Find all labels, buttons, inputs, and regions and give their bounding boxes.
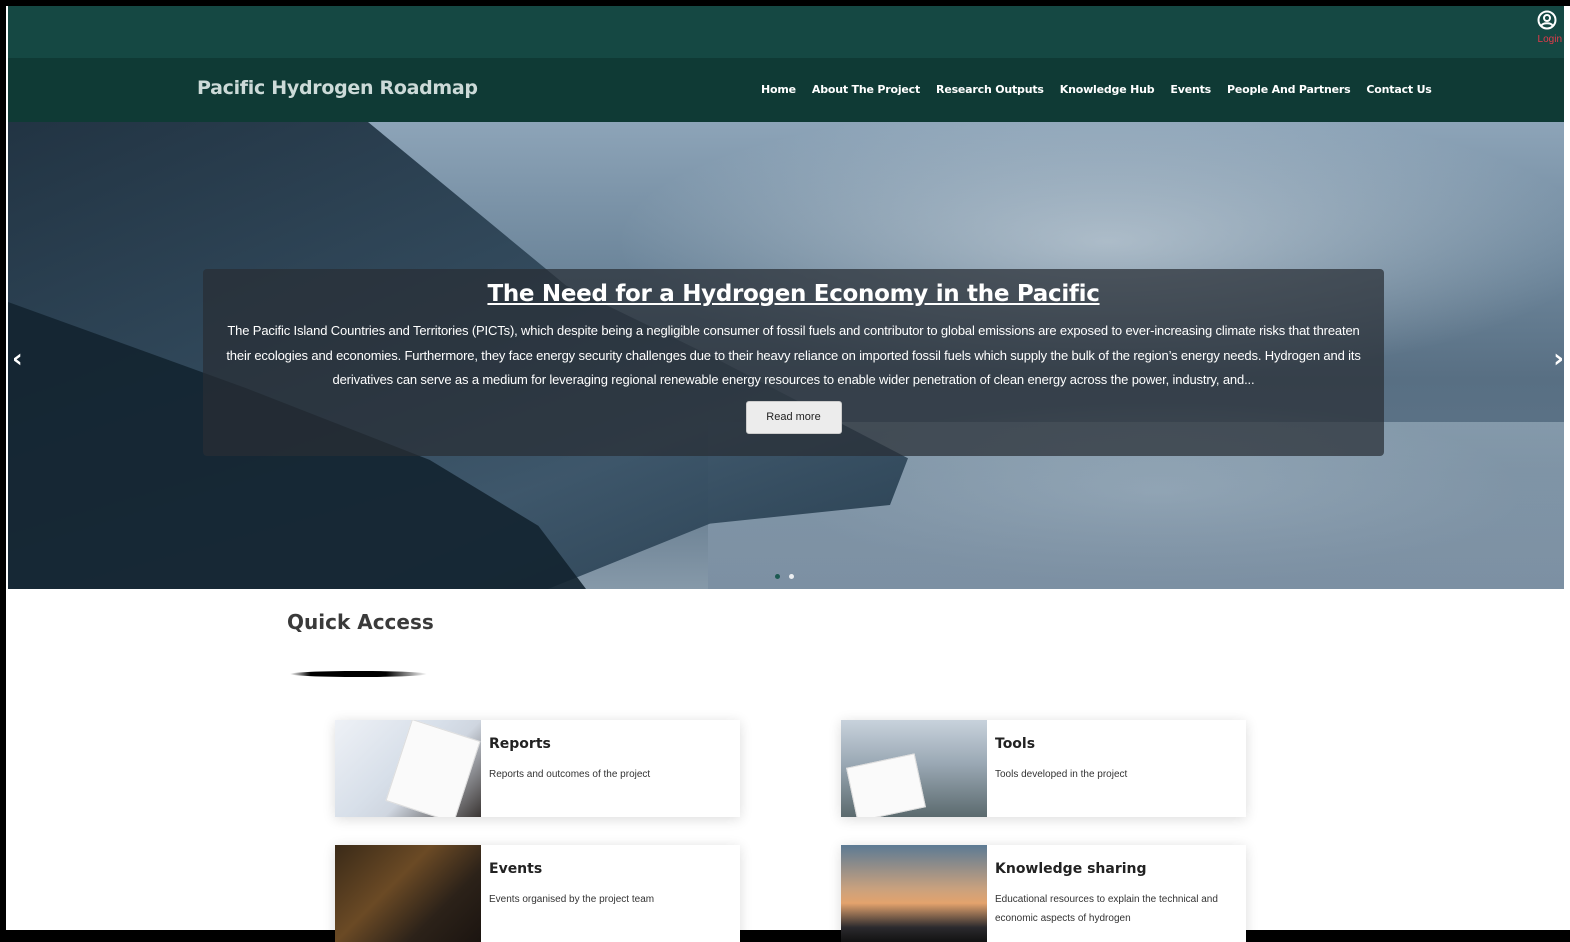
nav-research-outputs[interactable]: Research Outputs xyxy=(936,83,1044,96)
card-description: Educational resources to explain the tec… xyxy=(995,894,1218,924)
quick-access-card-knowledge-sharing[interactable]: Knowledge sharing Educational resources … xyxy=(841,845,1246,942)
main-nav: Home About The Project Research Outputs … xyxy=(761,83,1432,96)
carousel-dot[interactable] xyxy=(789,574,794,579)
top-bar: Login xyxy=(8,6,1564,64)
reports-thumbnail xyxy=(335,720,481,817)
nav-knowledge-hub[interactable]: Knowledge Hub xyxy=(1060,83,1155,96)
nav-home[interactable]: Home xyxy=(761,83,796,96)
card-title: Reports xyxy=(489,736,551,752)
events-thumbnail xyxy=(335,845,481,942)
main-navbar: Pacific Hydrogen Roadmap Home About The … xyxy=(8,58,1564,122)
document-image xyxy=(385,720,481,817)
card-title: Tools xyxy=(995,736,1036,752)
nav-about-the-project[interactable]: About The Project xyxy=(812,83,920,96)
nav-events[interactable]: Events xyxy=(1170,83,1211,96)
chevron-left-icon: ‹ xyxy=(12,344,23,374)
card-title: Knowledge sharing xyxy=(995,861,1147,877)
tools-thumbnail xyxy=(841,720,987,817)
quick-access-card-reports[interactable]: Reports Reports and outcomes of the proj… xyxy=(335,720,740,817)
quick-access-title: Quick Access xyxy=(287,610,434,634)
site-brand[interactable]: Pacific Hydrogen Roadmap xyxy=(197,77,478,99)
carousel-prev-button[interactable]: ‹ xyxy=(12,344,23,374)
chevron-right-icon: › xyxy=(1553,344,1564,374)
hero-caption: The Need for a Hydrogen Economy in the P… xyxy=(203,269,1384,456)
hero-body: The Pacific Island Countries and Territo… xyxy=(226,323,1361,387)
carousel-next-button[interactable]: › xyxy=(1553,344,1564,374)
login-link[interactable]: Login xyxy=(1532,10,1562,45)
knowledge-sharing-thumbnail xyxy=(841,845,987,942)
quick-access-divider xyxy=(290,671,427,677)
carousel-dot[interactable] xyxy=(775,574,780,579)
map-image xyxy=(846,753,926,817)
card-description: Tools developed in the project xyxy=(995,769,1128,780)
hero-carousel: ‹ › The Need for a Hydrogen Economy in t… xyxy=(8,122,1564,589)
card-title: Events xyxy=(489,861,543,877)
hero-title[interactable]: The Need for a Hydrogen Economy in the P… xyxy=(203,281,1384,307)
card-description: Events organised by the project team xyxy=(489,894,655,905)
login-label[interactable]: Login xyxy=(1532,34,1562,45)
card-description: Reports and outcomes of the project xyxy=(489,769,651,780)
quick-access-card-tools[interactable]: Tools Tools developed in the project xyxy=(841,720,1246,817)
user-circle-icon xyxy=(1537,10,1557,30)
quick-access-card-events[interactable]: Events Events organised by the project t… xyxy=(335,845,740,942)
nav-people-and-partners[interactable]: People And Partners xyxy=(1227,83,1351,96)
read-more-button[interactable]: Read more xyxy=(745,400,842,434)
carousel-indicators xyxy=(775,574,794,579)
nav-contact-us[interactable]: Contact Us xyxy=(1366,83,1431,96)
